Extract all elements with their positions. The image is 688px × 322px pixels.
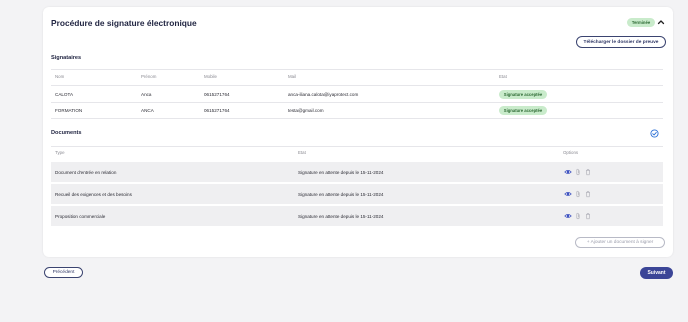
next-button[interactable]: Suivant	[640, 267, 673, 279]
signataire-prenom: ANCA	[141, 108, 154, 113]
divider	[51, 118, 663, 119]
signataire-prenom: Anca	[141, 92, 152, 97]
download-proof-button[interactable]: Télécharger le dossier de preuve	[576, 36, 666, 48]
signataire-mobile: 0615271764	[204, 108, 230, 113]
table-row: Recueil des exigences et des besoins Sig…	[51, 184, 663, 205]
divider	[51, 69, 663, 70]
document-etat: Signature en attente depuis le 15-11-202…	[298, 170, 384, 175]
column-header-options: Options	[563, 150, 579, 155]
documents-section-title: Documents	[51, 130, 82, 136]
divider	[51, 102, 663, 103]
signataire-etat-badge: Signature acceptée	[499, 106, 547, 115]
trash-icon[interactable]	[584, 168, 592, 176]
page-title: Procédure de signature électronique	[51, 18, 197, 28]
signataire-mail: anca-iliana.calota@iyaprotect.com	[288, 92, 359, 97]
signature-procedure-card: Procédure de signature électronique Term…	[43, 7, 673, 257]
column-header-etat: Etat	[499, 74, 507, 79]
add-document-button[interactable]: + Ajouter un document à signer	[575, 237, 665, 248]
signataire-nom: CALOTA	[55, 92, 74, 97]
eye-icon[interactable]	[564, 168, 572, 176]
previous-button[interactable]: Précédent	[44, 267, 83, 278]
trash-icon[interactable]	[584, 212, 592, 220]
signataires-section-title: Signataires	[51, 55, 82, 61]
document-type: Recueil des exigences et des besoins	[55, 192, 132, 197]
check-circle-icon	[650, 129, 659, 138]
divider	[51, 85, 663, 86]
document-type: Document d'entrée en relation	[55, 170, 117, 175]
signataire-mobile: 0615271764	[204, 92, 230, 97]
column-header-etat: Etat	[298, 150, 306, 155]
column-header-prenom: Prénom	[141, 74, 157, 79]
column-header-nom: Nom	[55, 74, 65, 79]
signataire-mail: testa@gmail.com	[288, 108, 324, 113]
table-row: Proposition commerciale Signature en att…	[51, 206, 663, 227]
column-header-mobile: Mobile	[204, 74, 217, 79]
column-header-type: Type	[55, 150, 65, 155]
paperclip-icon[interactable]	[574, 212, 582, 220]
column-header-mail: Mail	[288, 74, 297, 79]
document-etat: Signature en attente depuis le 15-11-202…	[298, 214, 384, 219]
eye-icon[interactable]	[564, 212, 572, 220]
status-badge: Terminée	[627, 18, 655, 27]
signataire-nom: FORMATION	[55, 108, 83, 113]
document-type: Proposition commerciale	[55, 214, 106, 219]
document-etat: Signature en attente depuis le 15-11-202…	[298, 192, 384, 197]
chevron-up-icon[interactable]	[656, 17, 666, 27]
paperclip-icon[interactable]	[574, 168, 582, 176]
eye-icon[interactable]	[564, 190, 572, 198]
divider	[51, 146, 663, 147]
table-row: Document d'entrée en relation Signature …	[51, 162, 663, 183]
paperclip-icon[interactable]	[574, 190, 582, 198]
signataire-etat-badge: Signature acceptée	[499, 90, 547, 99]
trash-icon[interactable]	[584, 190, 592, 198]
